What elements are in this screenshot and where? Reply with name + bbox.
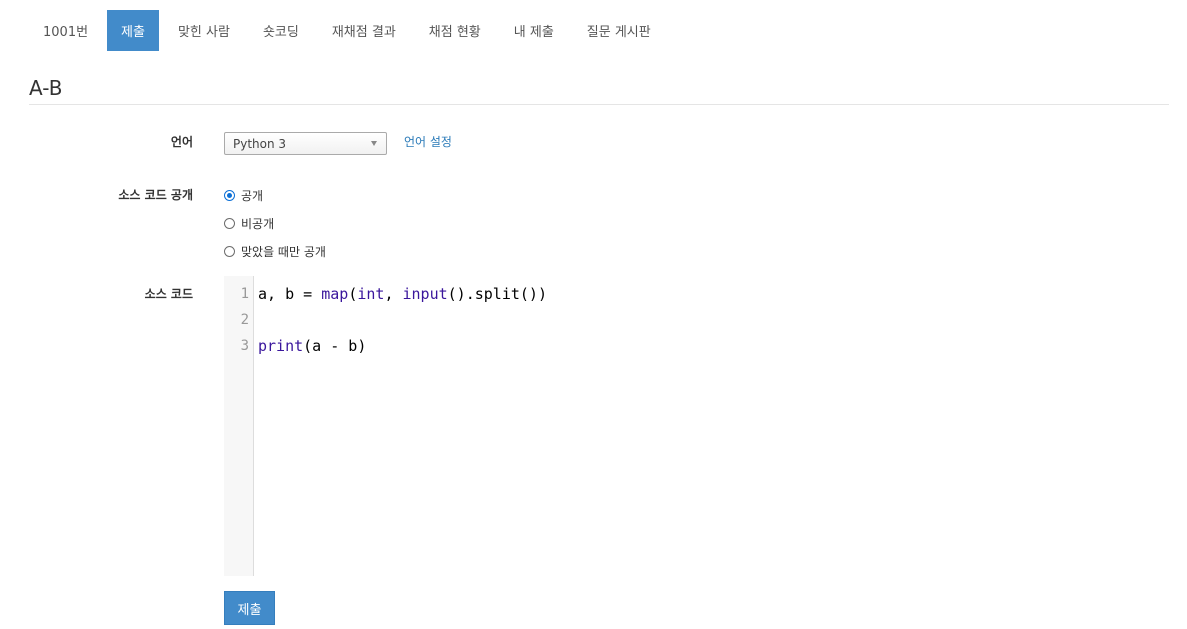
tab-problem[interactable]: 1001번	[29, 10, 102, 51]
code-token: (a - b)	[303, 337, 367, 355]
code-token: ,	[384, 285, 403, 303]
code-builtin-token: int	[357, 285, 385, 303]
code-token: ().split())	[447, 285, 547, 303]
visibility-option-private[interactable]: 비공개	[224, 215, 274, 231]
tab-judge-status[interactable]: 채점 현황	[415, 10, 495, 51]
radio-private[interactable]	[224, 217, 235, 229]
code-builtin-token: map	[321, 285, 349, 303]
source-code-label: 소스 코드	[144, 287, 193, 301]
tab-submit[interactable]: 제출	[107, 10, 159, 51]
visibility-label: 소스 코드 공개	[118, 188, 193, 202]
code-token: (	[348, 285, 358, 303]
title-divider	[29, 104, 1169, 105]
language-selected-value: Python 3	[233, 137, 287, 151]
dropdown-arrow-icon	[371, 141, 377, 146]
submit-button[interactable]: 제출	[224, 591, 275, 625]
language-settings-link[interactable]: 언어 설정	[404, 133, 452, 151]
line-number: 2	[240, 312, 249, 328]
line-number: 1	[240, 286, 249, 302]
tab-rejudge-results[interactable]: 재채점 결과	[318, 10, 410, 51]
problem-nav: 1001번 제출 맞힌 사람 숏코딩 재채점 결과 채점 현황 내 제출 질문 …	[29, 10, 670, 51]
tab-qna-board[interactable]: 질문 게시판	[573, 10, 665, 51]
tab-my-submissions[interactable]: 내 제출	[500, 10, 568, 51]
radio-public[interactable]	[224, 189, 235, 201]
visibility-option-label: 비공개	[241, 216, 275, 231]
visibility-option-label: 공개	[241, 188, 264, 203]
visibility-option-label: 맞았을 때만 공개	[241, 244, 326, 259]
tab-short-coding[interactable]: 숏코딩	[249, 10, 313, 51]
code-token: a, b =	[258, 285, 322, 303]
language-label: 언어	[170, 135, 193, 149]
line-number-gutter: 1 2 3	[224, 276, 254, 576]
radio-accepted-only[interactable]	[224, 245, 235, 257]
language-select[interactable]: Python 3	[224, 132, 387, 155]
code-builtin-token: print	[258, 337, 304, 355]
visibility-option-accepted-only[interactable]: 맞았을 때만 공개	[224, 243, 326, 259]
code-builtin-token: input	[402, 285, 448, 303]
page-title: A-B	[29, 76, 63, 100]
code-line: print(a - b)	[258, 337, 366, 355]
code-line: a, b = map(int, input().split())	[258, 285, 547, 303]
tab-accepted-users[interactable]: 맞힌 사람	[164, 10, 244, 51]
visibility-option-public[interactable]: 공개	[224, 187, 263, 203]
line-number: 3	[240, 338, 249, 354]
code-editor[interactable]: 1 2 3 a, b = map(int, input().split()) p…	[224, 276, 1169, 576]
